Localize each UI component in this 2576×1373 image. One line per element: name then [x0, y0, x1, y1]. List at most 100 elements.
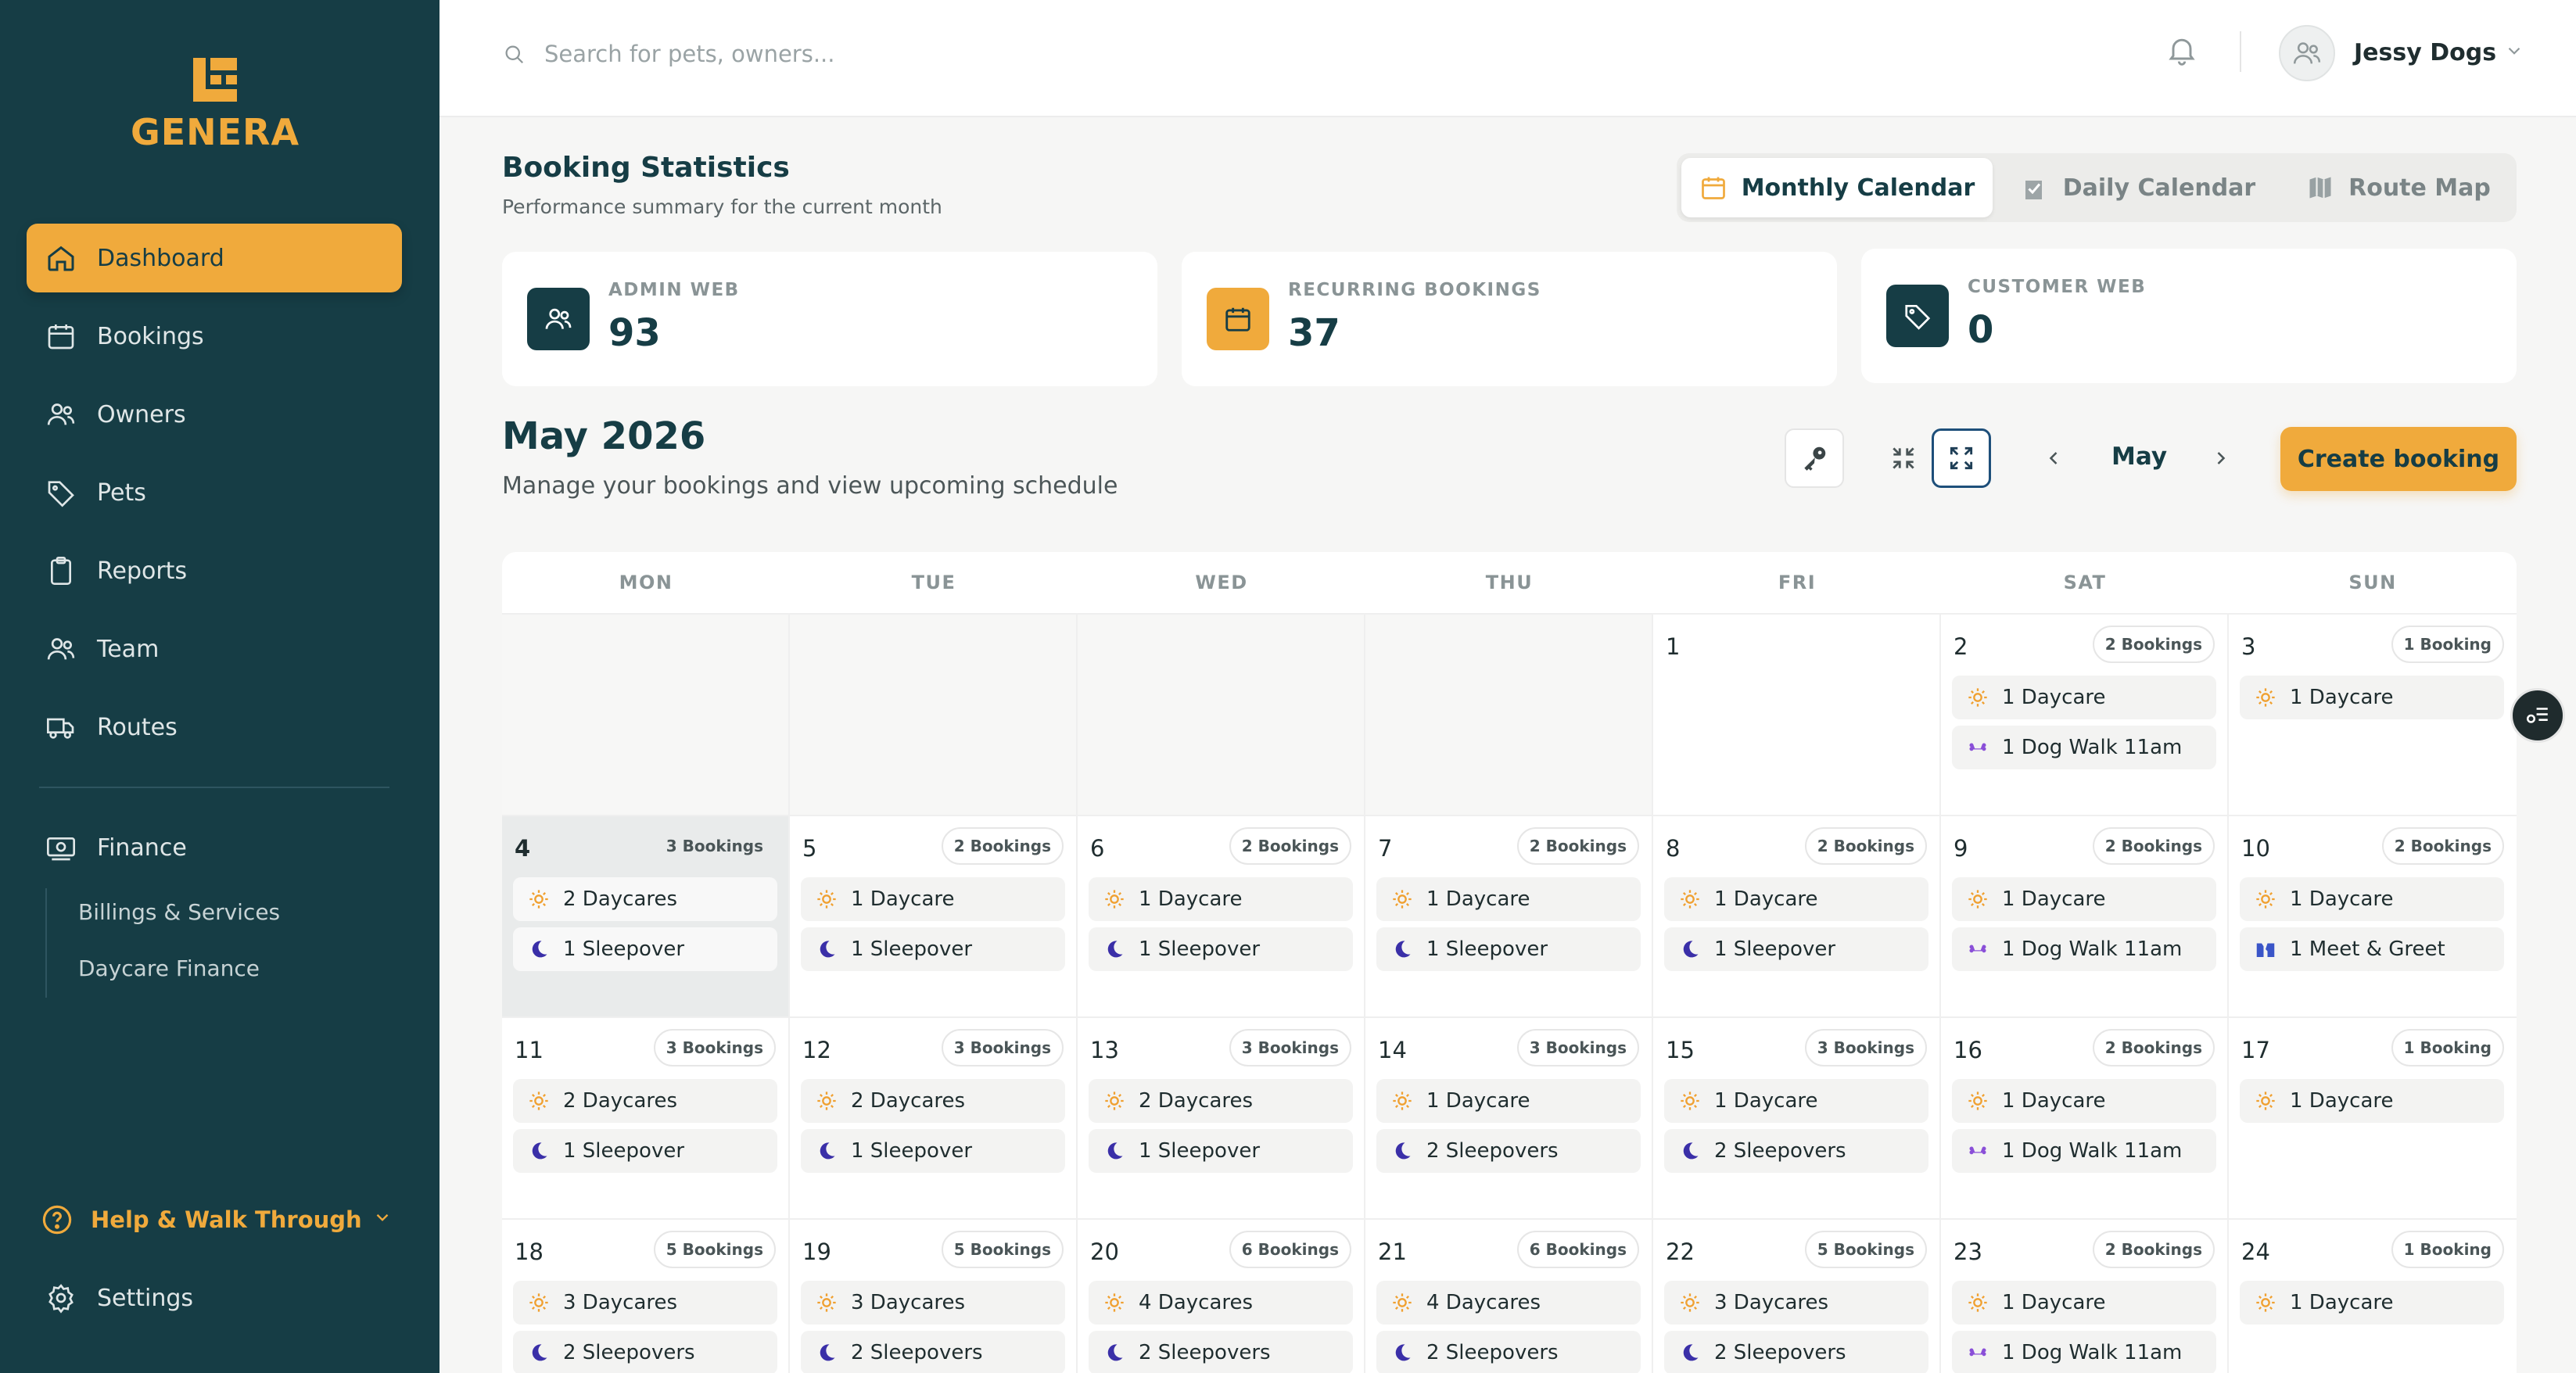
booking-event-daycare[interactable]: 1 Daycare: [2240, 1281, 2504, 1325]
calendar-day[interactable]: 12 3 Bookings 2 Daycares 1 Sleepover: [790, 1018, 1078, 1220]
booking-event-daycare[interactable]: 1 Daycare: [2240, 1079, 2504, 1123]
booking-event-sleepover[interactable]: 2 Sleepovers: [1376, 1129, 1641, 1173]
booking-event-daycare[interactable]: 1 Daycare: [801, 877, 1065, 921]
booking-event-daycare[interactable]: 3 Daycares: [513, 1281, 777, 1325]
calendar-day[interactable]: 8 2 Bookings 1 Daycare 1 Sleepover: [1653, 816, 1941, 1018]
booking-event-daycare[interactable]: 4 Daycares: [1376, 1281, 1641, 1325]
booking-event-sleepover[interactable]: 2 Sleepovers: [1664, 1129, 1928, 1173]
create-booking-button[interactable]: Create booking: [2280, 427, 2517, 491]
booking-event-sleepover[interactable]: 1 Sleepover: [1089, 1129, 1353, 1173]
calendar-day[interactable]: 1: [1653, 615, 1941, 816]
calendar-day[interactable]: 4 3 Bookings 2 Daycares 1 Sleepover: [502, 816, 790, 1018]
avatar[interactable]: [2279, 25, 2335, 81]
notification-bell-icon[interactable]: [2165, 33, 2199, 67]
booking-event-daycare[interactable]: 2 Daycares: [513, 877, 777, 921]
booking-event-daycare[interactable]: 2 Daycares: [513, 1079, 777, 1123]
booking-event-walk[interactable]: 1 Dog Walk 11am: [1952, 927, 2216, 971]
calendar-day[interactable]: 17 1 Booking 1 Daycare: [2229, 1018, 2517, 1220]
booking-event-daycare[interactable]: 1 Daycare: [2240, 877, 2504, 921]
booking-event-daycare[interactable]: 1 Daycare: [1952, 877, 2216, 921]
sidebar-item-dashboard[interactable]: Dashboard: [27, 224, 402, 292]
booking-event-daycare[interactable]: 1 Daycare: [1089, 877, 1353, 921]
booking-event-sleepover[interactable]: 1 Sleepover: [801, 927, 1065, 971]
booking-event-daycare[interactable]: 1 Daycare: [1664, 1079, 1928, 1123]
chevron-down-icon[interactable]: [2504, 41, 2524, 64]
booking-event-daycare[interactable]: 1 Daycare: [1664, 877, 1928, 921]
sidebar-item-owners[interactable]: Owners: [27, 380, 402, 449]
search-input[interactable]: Search for pets, owners...: [502, 34, 1206, 73]
next-month-button[interactable]: [2205, 443, 2237, 474]
calendar-day[interactable]: 16 2 Bookings 1 Daycare 1 Dog Walk 11am: [1941, 1018, 2229, 1220]
calendar-day[interactable]: 9 2 Bookings 1 Daycare 1 Dog Walk 11am: [1941, 816, 2229, 1018]
booking-event-sleepover[interactable]: 1 Sleepover: [1089, 927, 1353, 971]
booking-event-walk[interactable]: 1 Dog Walk 11am: [1952, 1331, 2216, 1373]
booking-event-daycare[interactable]: 4 Daycares: [1089, 1281, 1353, 1325]
sidebar-item-team[interactable]: Team: [27, 615, 402, 683]
sidebar-item-settings[interactable]: Settings: [27, 1264, 402, 1332]
calendar-day[interactable]: 21 6 Bookings 4 Daycares 2 Sleepovers: [1365, 1220, 1653, 1373]
booking-event-meet[interactable]: 1 Meet & Greet: [2240, 927, 2504, 971]
tab-monthly-calendar[interactable]: Monthly Calendar: [1681, 158, 1993, 217]
booking-event-sleepover[interactable]: 1 Sleepover: [513, 927, 777, 971]
sidebar-item-bookings[interactable]: Bookings: [27, 302, 402, 371]
prev-month-button[interactable]: [2038, 443, 2069, 474]
event-label: 1 Sleepover: [1714, 937, 1836, 961]
calendar-day[interactable]: 13 3 Bookings 2 Daycares 1 Sleepover: [1078, 1018, 1365, 1220]
calendar-day[interactable]: 15 3 Bookings 1 Daycare 2 Sleepovers: [1653, 1018, 1941, 1220]
sidebar-item-routes[interactable]: Routes: [27, 693, 402, 762]
day-number: 12: [802, 1037, 831, 1063]
collapse-button[interactable]: [1874, 428, 1933, 488]
calendar-day[interactable]: 14 3 Bookings 1 Daycare 2 Sleepovers: [1365, 1018, 1653, 1220]
calendar-day[interactable]: 20 6 Bookings 4 Daycares 2 Sleepovers: [1078, 1220, 1365, 1373]
calendar-day[interactable]: 11 3 Bookings 2 Daycares 1 Sleepover: [502, 1018, 790, 1220]
calendar-day[interactable]: 23 2 Bookings 1 Daycare 1 Dog Walk 11am: [1941, 1220, 2229, 1373]
booking-event-sleepover[interactable]: 1 Sleepover: [513, 1129, 777, 1173]
calendar-day[interactable]: 24 1 Booking 1 Daycare: [2229, 1220, 2517, 1373]
calendar-day[interactable]: 5 2 Bookings 1 Daycare 1 Sleepover: [790, 816, 1078, 1018]
booking-event-daycare[interactable]: 2 Daycares: [1089, 1079, 1353, 1123]
sidebar-subitem-daycare-finance[interactable]: Daycare Finance: [78, 955, 260, 981]
calendar-day[interactable]: 22 5 Bookings 3 Daycares 2 Sleepovers: [1653, 1220, 1941, 1373]
booking-event-walk[interactable]: 1 Dog Walk 11am: [1952, 726, 2216, 769]
booking-event-sleepover[interactable]: 2 Sleepovers: [1089, 1331, 1353, 1373]
sidebar-item-finance[interactable]: Finance: [27, 813, 402, 882]
booking-event-sleepover[interactable]: 2 Sleepovers: [1376, 1331, 1641, 1373]
bookings-count-badge: 3 Bookings: [1804, 1029, 1927, 1066]
help-walkthrough-toggle[interactable]: Help & Walk Through: [41, 1199, 393, 1240]
booking-event-daycare[interactable]: 1 Daycare: [1376, 1079, 1641, 1123]
key-button[interactable]: [1785, 428, 1844, 488]
calendar-day[interactable]: 2 2 Bookings 1 Daycare 1 Dog Walk 11am: [1941, 615, 2229, 816]
logo[interactable]: GENERA: [125, 55, 305, 153]
booking-event-daycare[interactable]: 1 Daycare: [1376, 877, 1641, 921]
booking-event-daycare[interactable]: 1 Daycare: [2240, 676, 2504, 719]
user-name[interactable]: Jessy Dogs: [2354, 39, 2496, 66]
calendar-day[interactable]: 10 2 Bookings 1 Daycare 1 Meet & Greet: [2229, 816, 2517, 1018]
tab-route-map[interactable]: Route Map: [2285, 158, 2512, 217]
filter-list-button[interactable]: [2510, 688, 2565, 743]
booking-event-daycare[interactable]: 2 Daycares: [801, 1079, 1065, 1123]
expand-button[interactable]: [1932, 428, 1991, 488]
calendar-day[interactable]: 18 5 Bookings 3 Daycares 2 Sleepovers: [502, 1220, 790, 1373]
booking-event-sleepover[interactable]: 2 Sleepovers: [1664, 1331, 1928, 1373]
sidebar-item-pets[interactable]: Pets: [27, 458, 402, 527]
booking-event-daycare[interactable]: 1 Daycare: [1952, 676, 2216, 719]
booking-event-sleepover[interactable]: 1 Sleepover: [1664, 927, 1928, 971]
calendar-day[interactable]: 6 2 Bookings 1 Daycare 1 Sleepover: [1078, 816, 1365, 1018]
booking-event-daycare[interactable]: 3 Daycares: [1664, 1281, 1928, 1325]
booking-event-daycare[interactable]: 1 Daycare: [1952, 1281, 2216, 1325]
event-label: 1 Dog Walk 11am: [2002, 1341, 2183, 1364]
tab-daily-calendar[interactable]: Daily Calendar: [2005, 158, 2271, 217]
calendar-day[interactable]: 3 1 Booking 1 Daycare: [2229, 615, 2517, 816]
booking-event-sleepover[interactable]: 1 Sleepover: [801, 1129, 1065, 1173]
booking-event-daycare[interactable]: 3 Daycares: [801, 1281, 1065, 1325]
sidebar-subitem-billings[interactable]: Billings & Services: [78, 899, 280, 925]
calendar-day[interactable]: 7 2 Bookings 1 Daycare 1 Sleepover: [1365, 816, 1653, 1018]
weekday-header: MON: [502, 552, 790, 615]
calendar-day[interactable]: 19 5 Bookings 3 Daycares 2 Sleepovers: [790, 1220, 1078, 1373]
booking-event-sleepover[interactable]: 2 Sleepovers: [801, 1331, 1065, 1373]
booking-event-sleepover[interactable]: 1 Sleepover: [1376, 927, 1641, 971]
booking-event-daycare[interactable]: 1 Daycare: [1952, 1079, 2216, 1123]
booking-event-sleepover[interactable]: 2 Sleepovers: [513, 1331, 777, 1373]
sidebar-item-reports[interactable]: Reports: [27, 536, 402, 605]
booking-event-walk[interactable]: 1 Dog Walk 11am: [1952, 1129, 2216, 1173]
